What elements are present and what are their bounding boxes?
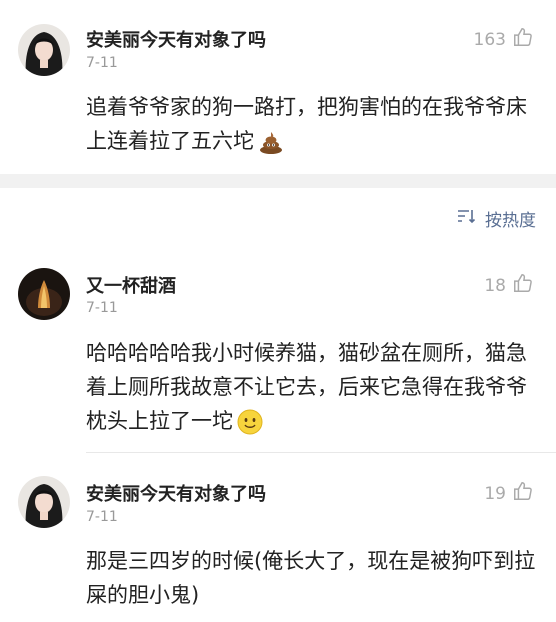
like-count: 163 bbox=[473, 29, 506, 50]
thumbs-up-icon bbox=[512, 26, 534, 53]
like-count: 18 bbox=[484, 275, 506, 296]
like-button[interactable]: 19 bbox=[484, 480, 534, 507]
section-separator bbox=[0, 174, 556, 188]
comment-date: 7-11 bbox=[86, 300, 118, 316]
thumbs-up-icon bbox=[512, 272, 534, 299]
comment-text: 哈哈哈哈哈我小时候养猫，猫砂盆在厕所，猫急着上厕所我故意不让它去，后来它急得在我… bbox=[86, 341, 527, 435]
comment-date: 7-11 bbox=[86, 55, 118, 71]
comment-date: 7-11 bbox=[86, 509, 118, 525]
username[interactable]: 又一杯甜酒 bbox=[86, 272, 176, 298]
username[interactable]: 安美丽今天有对象了吗 bbox=[86, 26, 266, 52]
sort-label: 按热度 bbox=[485, 211, 536, 231]
smile-emoji-icon bbox=[237, 409, 263, 435]
sort-icon bbox=[457, 208, 477, 229]
avatar[interactable] bbox=[18, 24, 70, 76]
sort-button[interactable]: 按热度 bbox=[457, 206, 536, 231]
like-button[interactable]: 163 bbox=[474, 26, 534, 53]
avatar[interactable] bbox=[18, 268, 70, 320]
username[interactable]: 安美丽今天有对象了吗 bbox=[86, 480, 266, 506]
poop-emoji-icon bbox=[258, 129, 284, 155]
comment-text: 追着爷爷家的狗一路打，把狗害怕的在我爷爷床上连着拉了五六坨 bbox=[86, 95, 527, 155]
comment-text: 那是三四岁的时候(俺长大了，现在是被狗吓到拉屎的胆小鬼) bbox=[86, 549, 536, 607]
comment-divider bbox=[86, 452, 556, 453]
avatar[interactable] bbox=[18, 476, 70, 528]
like-button[interactable]: 18 bbox=[484, 272, 534, 299]
like-count: 19 bbox=[484, 483, 506, 504]
thumbs-up-icon bbox=[512, 480, 534, 507]
